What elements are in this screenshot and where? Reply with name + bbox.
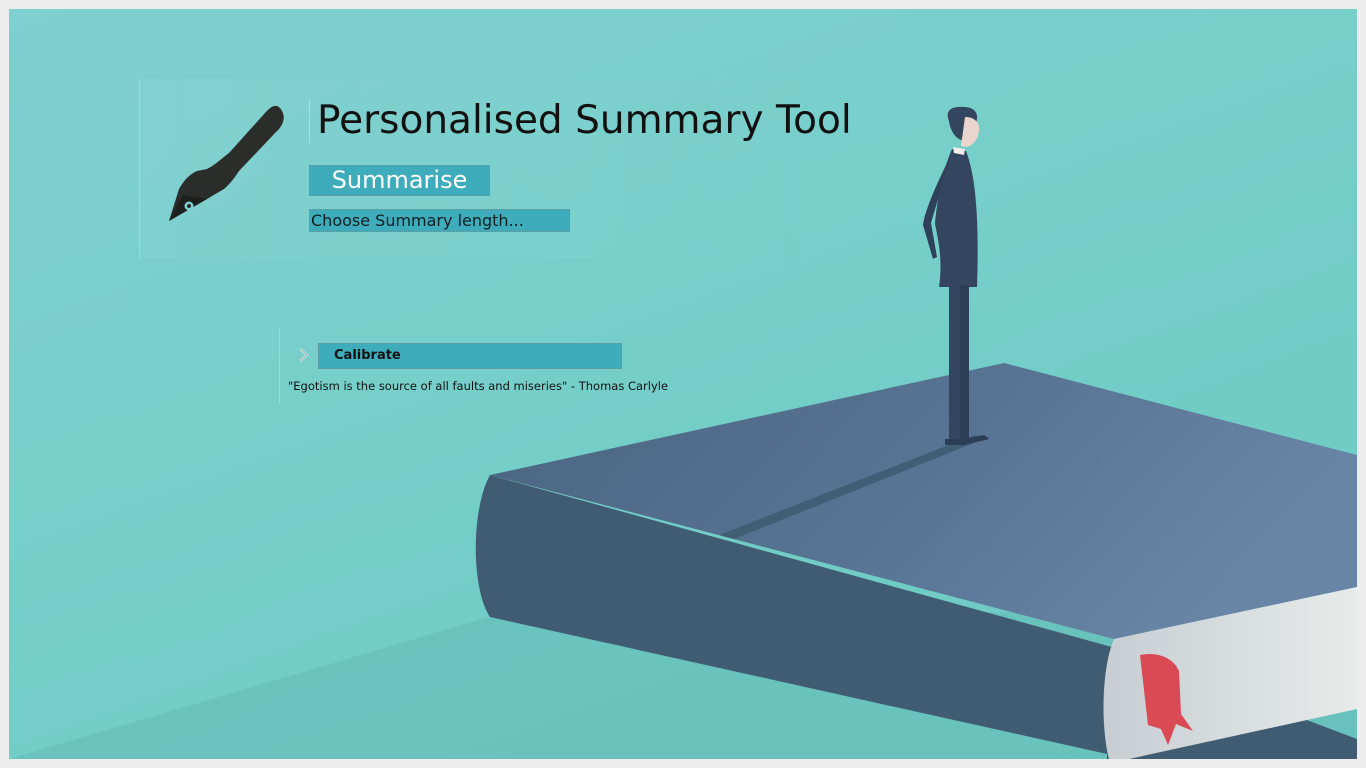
chevron-right-icon[interactable] <box>297 348 311 362</box>
summarise-button[interactable]: Summarise <box>309 165 490 196</box>
page-title: Personalised Summary Tool <box>317 98 852 143</box>
summary-length-select[interactable]: Choose Summary length... <box>309 209 570 232</box>
calibrate-button[interactable]: Calibrate <box>318 343 622 369</box>
app-window: Personalised Summary Tool Summarise Choo… <box>9 9 1357 759</box>
title-container: Personalised Summary Tool <box>309 99 852 143</box>
quote-text: "Egotism is the source of all faults and… <box>288 379 669 393</box>
fountain-pen-icon <box>169 105 284 221</box>
